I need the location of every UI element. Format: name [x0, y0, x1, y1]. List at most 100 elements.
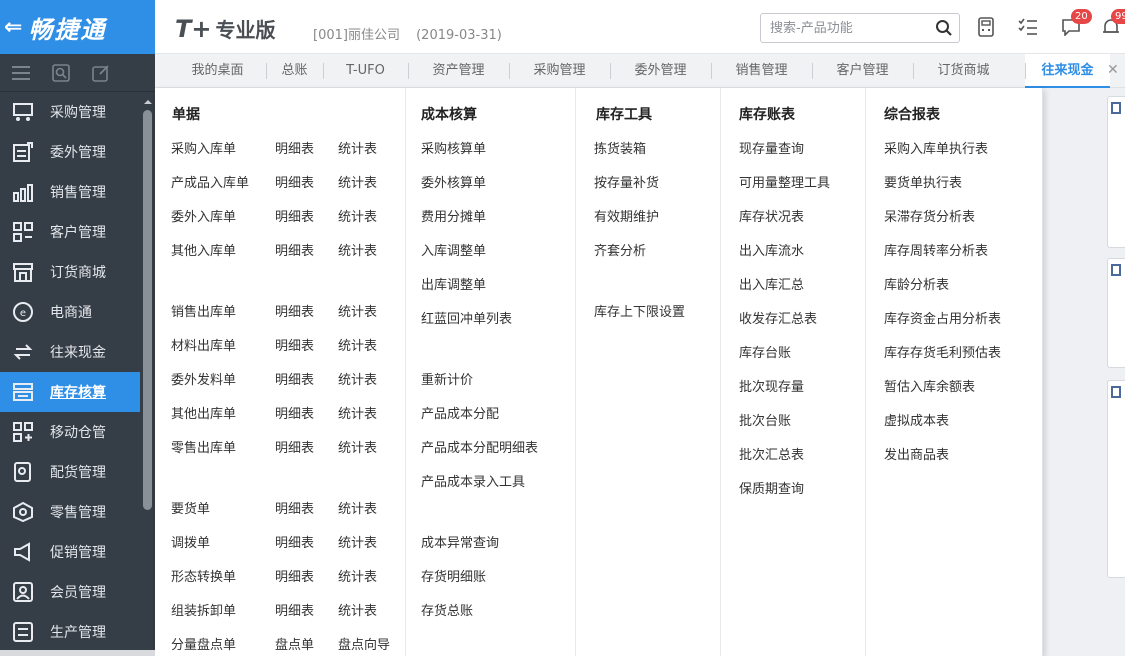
- sidebar-scrollbar[interactable]: [140, 92, 155, 656]
- sidebar-item[interactable]: 采购管理: [0, 92, 155, 132]
- menu-item[interactable]: 统计表: [338, 498, 377, 517]
- sidebar-item[interactable]: 移动仓管: [0, 412, 155, 452]
- menu-item[interactable]: 统计表: [338, 532, 377, 551]
- app-logo[interactable]: ⇐ 畅捷通: [0, 0, 155, 54]
- menu-item[interactable]: 采购入库单: [171, 138, 236, 157]
- tab-close-icon[interactable]: ✕: [1107, 62, 1119, 78]
- sidebar-item[interactable]: 往来现金: [0, 332, 155, 372]
- menu-item[interactable]: 现存量查询: [739, 138, 804, 157]
- menu-item[interactable]: 存货总账: [421, 600, 473, 619]
- sidebar-item[interactable]: 委外管理: [0, 132, 155, 172]
- menu-item[interactable]: 统计表: [338, 437, 377, 456]
- sidebar-item[interactable]: 销售管理: [0, 172, 155, 212]
- menu-item[interactable]: 统计表: [338, 301, 377, 320]
- menu-item[interactable]: 库存周转率分析表: [884, 240, 988, 259]
- menu-item[interactable]: 暂估入库余额表: [884, 376, 975, 395]
- menu-item[interactable]: 零售出库单: [171, 437, 236, 456]
- tab[interactable]: T-UFO: [323, 54, 408, 88]
- menu-item[interactable]: 委外发料单: [171, 369, 236, 388]
- menu-item[interactable]: 统计表: [338, 600, 377, 619]
- menu-item[interactable]: 批次现存量: [739, 376, 804, 395]
- message-icon[interactable]: 20: [1060, 9, 1092, 38]
- menu-item[interactable]: 组装拆卸单: [171, 600, 236, 619]
- sidebar-item[interactable]: e 电商通: [0, 292, 155, 332]
- menu-item[interactable]: 采购入库单执行表: [884, 138, 988, 157]
- sidebar-item[interactable]: 配货管理: [0, 452, 155, 492]
- menu-item[interactable]: 重新计价: [421, 369, 473, 388]
- menu-item[interactable]: 材料出库单: [171, 335, 236, 354]
- menu-item[interactable]: 明细表: [275, 498, 314, 517]
- menu-item[interactable]: 入库调整单: [421, 240, 486, 259]
- menu-item[interactable]: 虚拟成本表: [884, 410, 949, 429]
- menu-item[interactable]: 盘点向导: [338, 634, 390, 653]
- notification-bell-icon[interactable]: 99+: [1100, 9, 1125, 38]
- menu-item[interactable]: 产成品入库单: [171, 172, 249, 191]
- menu-item[interactable]: 可用量整理工具: [739, 172, 830, 191]
- calculator-icon[interactable]: [975, 16, 997, 38]
- sidebar-item[interactable]: 库存核算: [0, 372, 156, 412]
- menu-item[interactable]: 统计表: [338, 172, 377, 191]
- menu-item[interactable]: 明细表: [275, 138, 314, 157]
- tab[interactable]: 我的桌面: [169, 54, 266, 88]
- tab[interactable]: 订货商城: [913, 54, 1014, 88]
- menu-item[interactable]: 明细表: [275, 532, 314, 551]
- sidebar-item[interactable]: 生产管理: [0, 612, 155, 652]
- menu-item[interactable]: 统计表: [338, 403, 377, 422]
- menu-item[interactable]: 明细表: [275, 335, 314, 354]
- tab[interactable]: 资产管理: [408, 54, 509, 88]
- menu-item[interactable]: 产品成本分配明细表: [421, 437, 538, 456]
- menu-item[interactable]: 委外核算单: [421, 172, 486, 191]
- menu-item[interactable]: 明细表: [275, 301, 314, 320]
- menu-item[interactable]: 委外入库单: [171, 206, 236, 225]
- menu-item[interactable]: 产品成本分配: [421, 403, 499, 422]
- edit-menu-icon[interactable]: [92, 64, 110, 82]
- menu-item[interactable]: 盘点单: [275, 634, 314, 653]
- menu-item[interactable]: 呆滞存货分析表: [884, 206, 975, 225]
- menu-item[interactable]: 批次汇总表: [739, 444, 804, 463]
- menu-item[interactable]: 库存台账: [739, 342, 791, 361]
- menu-item[interactable]: 统计表: [338, 369, 377, 388]
- menu-item[interactable]: 其他入库单: [171, 240, 236, 259]
- menu-item[interactable]: 出入库汇总: [739, 274, 804, 293]
- sidebar-item[interactable]: 客户管理: [0, 212, 155, 252]
- menu-item[interactable]: 明细表: [275, 403, 314, 422]
- menu-item[interactable]: 库龄分析表: [884, 274, 949, 293]
- menu-item[interactable]: 费用分摊单: [421, 206, 486, 225]
- menu-item[interactable]: 库存资金占用分析表: [884, 308, 1001, 327]
- menu-item[interactable]: 红蓝回冲单列表: [421, 308, 512, 327]
- menu-item[interactable]: 发出商品表: [884, 444, 949, 463]
- menu-item[interactable]: 统计表: [338, 335, 377, 354]
- search-box[interactable]: [760, 13, 960, 43]
- search-menu-icon[interactable]: [52, 63, 70, 82]
- menu-item[interactable]: 库存状况表: [739, 206, 804, 225]
- menu-item[interactable]: 库存存货毛利预估表: [884, 342, 1001, 361]
- menu-item[interactable]: 形态转换单: [171, 566, 236, 585]
- menu-item[interactable]: 收发存汇总表: [739, 308, 817, 327]
- menu-item[interactable]: 拣货装箱: [594, 138, 646, 157]
- menu-item[interactable]: 明细表: [275, 206, 314, 225]
- menu-item[interactable]: 分量盘点单: [171, 634, 236, 653]
- menu-item[interactable]: 要货单: [171, 498, 210, 517]
- menu-item[interactable]: 有效期维护: [594, 206, 659, 225]
- menu-item[interactable]: 齐套分析: [594, 240, 646, 259]
- menu-item[interactable]: 明细表: [275, 600, 314, 619]
- menu-item[interactable]: 按存量补货: [594, 172, 659, 191]
- menu-item[interactable]: 统计表: [338, 240, 377, 259]
- menu-item[interactable]: 出入库流水: [739, 240, 804, 259]
- sidebar-item[interactable]: 会员管理: [0, 572, 155, 612]
- menu-item[interactable]: 出库调整单: [421, 274, 486, 293]
- tab[interactable]: 销售管理: [711, 54, 812, 88]
- scroll-up-arrow-icon[interactable]: [144, 96, 152, 104]
- search-input[interactable]: [761, 14, 921, 42]
- tab[interactable]: 采购管理: [509, 54, 610, 88]
- menu-item[interactable]: 保质期查询: [739, 478, 804, 497]
- sidebar-item[interactable]: 促销管理: [0, 532, 155, 572]
- sidebar-item[interactable]: 订货商城: [0, 252, 155, 292]
- scroll-thumb[interactable]: [143, 110, 152, 510]
- tab[interactable]: 客户管理: [812, 54, 913, 88]
- menu-list-icon[interactable]: [12, 65, 30, 81]
- search-icon[interactable]: [935, 19, 953, 41]
- menu-item[interactable]: 明细表: [275, 172, 314, 191]
- tab[interactable]: 总账: [266, 54, 323, 88]
- todo-list-icon[interactable]: [1017, 16, 1039, 38]
